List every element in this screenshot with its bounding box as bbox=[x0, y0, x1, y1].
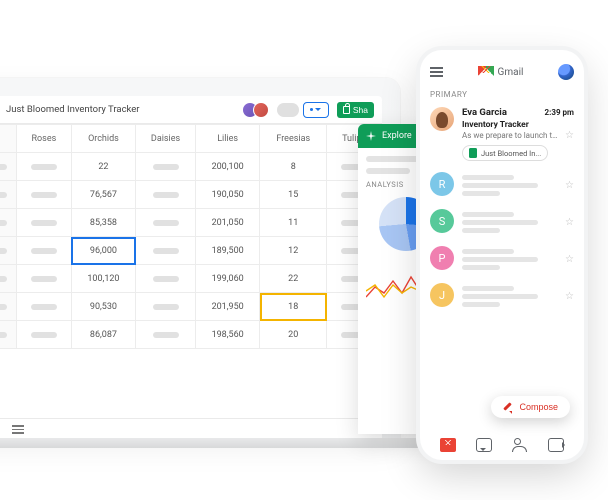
chip-label: Just Bloomed In... bbox=[481, 149, 541, 158]
collaborator-avatars[interactable] bbox=[247, 102, 269, 118]
share-button[interactable]: Sha bbox=[337, 102, 374, 118]
sheets-icon bbox=[469, 148, 477, 158]
star-icon[interactable]: ☆ bbox=[565, 217, 574, 228]
pencil-icon bbox=[503, 402, 513, 412]
spreadsheet-grid[interactable]: Roses Orchids Daisies Lilies Freesias Tu… bbox=[0, 124, 382, 418]
table-row[interactable]: 22200,1008 bbox=[0, 153, 382, 181]
message-time: 2:39 pm bbox=[545, 108, 574, 117]
gmail-app-bar: Gmail bbox=[430, 64, 574, 80]
sender-avatar: J bbox=[430, 283, 454, 307]
email-item-placeholder[interactable]: P☆ bbox=[430, 246, 574, 273]
bottom-nav bbox=[430, 432, 574, 452]
all-sheets-button[interactable] bbox=[12, 425, 24, 434]
sender-name: Eva Garcia bbox=[462, 107, 507, 118]
share-label: Sha bbox=[353, 105, 368, 115]
explore-title: Explore bbox=[382, 131, 412, 141]
nav-spaces-icon[interactable] bbox=[512, 438, 528, 452]
gmail-logo: Gmail bbox=[478, 66, 524, 78]
menu-icon[interactable] bbox=[430, 67, 443, 76]
explore-icon bbox=[366, 131, 376, 141]
sender-avatar: P bbox=[430, 246, 454, 270]
compose-button[interactable]: Compose bbox=[491, 396, 570, 418]
document-title[interactable]: Just Bloomed Inventory Tracker bbox=[6, 104, 140, 115]
laptop-base bbox=[0, 438, 430, 448]
star-icon[interactable]: ☆ bbox=[565, 291, 574, 302]
sender-avatar bbox=[430, 107, 454, 131]
inbox-tab-label[interactable]: PRIMARY bbox=[430, 90, 574, 99]
star-icon[interactable]: ☆ bbox=[565, 130, 574, 141]
gmail-m-icon bbox=[478, 66, 494, 78]
table-row[interactable]: 86,087198,56020 bbox=[0, 321, 382, 349]
email-item-placeholder[interactable]: R☆ bbox=[430, 172, 574, 199]
attachment-chip[interactable]: Just Bloomed In... bbox=[462, 145, 548, 161]
nav-chat-icon[interactable] bbox=[476, 438, 492, 452]
star-icon[interactable]: ☆ bbox=[565, 254, 574, 265]
sender-avatar: S bbox=[430, 209, 454, 233]
message-subject: Inventory Tracker bbox=[462, 120, 574, 130]
table-row[interactable]: 90,530201,95018 bbox=[0, 293, 382, 321]
sheet-tab-bar: + bbox=[0, 418, 382, 440]
compose-label: Compose bbox=[519, 402, 558, 412]
table-row[interactable]: 96,000189,50012 bbox=[0, 237, 382, 265]
sender-avatar: R bbox=[430, 172, 454, 196]
nav-meet-icon[interactable] bbox=[548, 438, 564, 452]
column-headers: Roses Orchids Daisies Lilies Freesias Tu… bbox=[0, 125, 382, 153]
account-avatar[interactable] bbox=[558, 64, 574, 80]
nav-mail-icon[interactable] bbox=[440, 438, 456, 452]
present-dropdown[interactable] bbox=[303, 102, 329, 118]
star-icon[interactable]: ☆ bbox=[565, 180, 574, 191]
table-row[interactable]: 76,567190,05015 bbox=[0, 181, 382, 209]
table-row[interactable]: 100,120199,06022 bbox=[0, 265, 382, 293]
email-item[interactable]: Eva Garcia 2:39 pm Inventory Tracker As … bbox=[430, 107, 574, 162]
message-preview: As we prepare to launch the... bbox=[462, 131, 561, 140]
email-item-placeholder[interactable]: J☆ bbox=[430, 283, 574, 310]
sheets-toolbar: Just Bloomed Inventory Tracker Sha bbox=[0, 96, 382, 124]
lock-icon bbox=[343, 106, 350, 114]
email-item-placeholder[interactable]: S☆ bbox=[430, 209, 574, 236]
phone-frame: Gmail PRIMARY Eva Garcia 2:39 pm Invento… bbox=[420, 50, 584, 460]
comments-icon[interactable] bbox=[277, 103, 299, 117]
table-row[interactable]: 85,358201,05011 bbox=[0, 209, 382, 237]
laptop-frame: Just Bloomed Inventory Tracker Sha Roses… bbox=[0, 78, 400, 440]
avatar[interactable] bbox=[253, 102, 269, 118]
